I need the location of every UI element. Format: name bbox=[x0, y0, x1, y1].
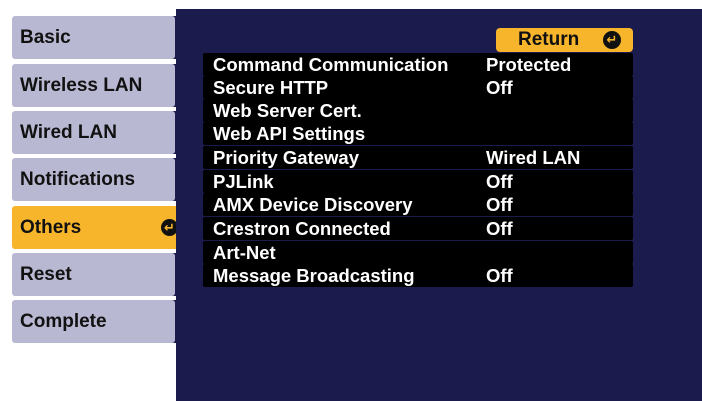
settings-panel: Return ↵ Command Communication Protected… bbox=[176, 9, 702, 401]
sidebar-item-notifications[interactable]: Notifications bbox=[12, 158, 175, 201]
sidebar-item-others[interactable]: Others ↵ bbox=[12, 206, 188, 249]
setting-label: AMX Device Discovery bbox=[213, 194, 413, 215]
setting-row-secure-http[interactable]: Secure HTTP Off bbox=[203, 76, 633, 99]
setting-row-web-server-cert[interactable]: Web Server Cert. bbox=[203, 99, 633, 122]
setting-value: Wired LAN bbox=[486, 147, 581, 168]
setting-row-pjlink[interactable]: PJLink Off bbox=[203, 170, 633, 193]
sidebar-item-label: Basic bbox=[20, 26, 71, 48]
setting-row-priority-gateway[interactable]: Priority Gateway Wired LAN bbox=[203, 146, 633, 169]
sidebar-item-label: Reset bbox=[20, 263, 72, 285]
setting-label: Command Communication bbox=[213, 54, 449, 75]
setting-row-command-communication[interactable]: Command Communication Protected bbox=[203, 53, 633, 76]
sidebar-item-basic[interactable]: Basic bbox=[12, 16, 175, 59]
sidebar-item-wireless-lan[interactable]: Wireless LAN bbox=[12, 64, 175, 107]
setting-label: Art-Net bbox=[213, 242, 276, 263]
sidebar-item-label: Wireless LAN bbox=[20, 74, 143, 96]
sidebar-item-label: Notifications bbox=[20, 168, 136, 190]
setting-label: Secure HTTP bbox=[213, 77, 329, 98]
sidebar-item-label: Wired LAN bbox=[20, 121, 117, 143]
setting-label: Priority Gateway bbox=[213, 147, 360, 168]
setting-value: Protected bbox=[486, 54, 572, 75]
setting-label: Crestron Connected bbox=[213, 218, 391, 239]
setting-value: Off bbox=[486, 171, 513, 192]
sidebar-item-label: Complete bbox=[20, 310, 107, 332]
setting-label: Web Server Cert. bbox=[213, 100, 362, 121]
sidebar-item-wired-lan[interactable]: Wired LAN bbox=[12, 111, 175, 154]
return-button[interactable]: Return ↵ bbox=[496, 28, 633, 52]
setting-value: Off bbox=[486, 265, 513, 286]
sidebar-item-label: Others bbox=[20, 216, 82, 238]
setting-label: Message Broadcasting bbox=[213, 265, 415, 286]
setting-value: Off bbox=[486, 218, 513, 239]
setting-row-art-net[interactable]: Art-Net bbox=[203, 241, 633, 264]
sidebar: Basic Wireless LAN Wired LAN Notificatio… bbox=[0, 0, 190, 401]
enter-icon: ↵ bbox=[603, 31, 621, 49]
sidebar-item-reset[interactable]: Reset bbox=[12, 253, 175, 296]
sidebar-item-complete[interactable]: Complete bbox=[12, 300, 175, 343]
setting-label: PJLink bbox=[213, 171, 274, 192]
setting-label: Web API Settings bbox=[213, 123, 366, 144]
return-button-label: Return bbox=[518, 29, 580, 50]
setting-row-amx-device-discovery[interactable]: AMX Device Discovery Off bbox=[203, 193, 633, 216]
setting-row-message-broadcasting[interactable]: Message Broadcasting Off bbox=[203, 264, 633, 287]
setting-value: Off bbox=[486, 77, 513, 98]
setting-value: Off bbox=[486, 194, 513, 215]
setting-row-crestron-connected[interactable]: Crestron Connected Off bbox=[203, 217, 633, 240]
setting-row-web-api-settings[interactable]: Web API Settings bbox=[203, 122, 633, 145]
